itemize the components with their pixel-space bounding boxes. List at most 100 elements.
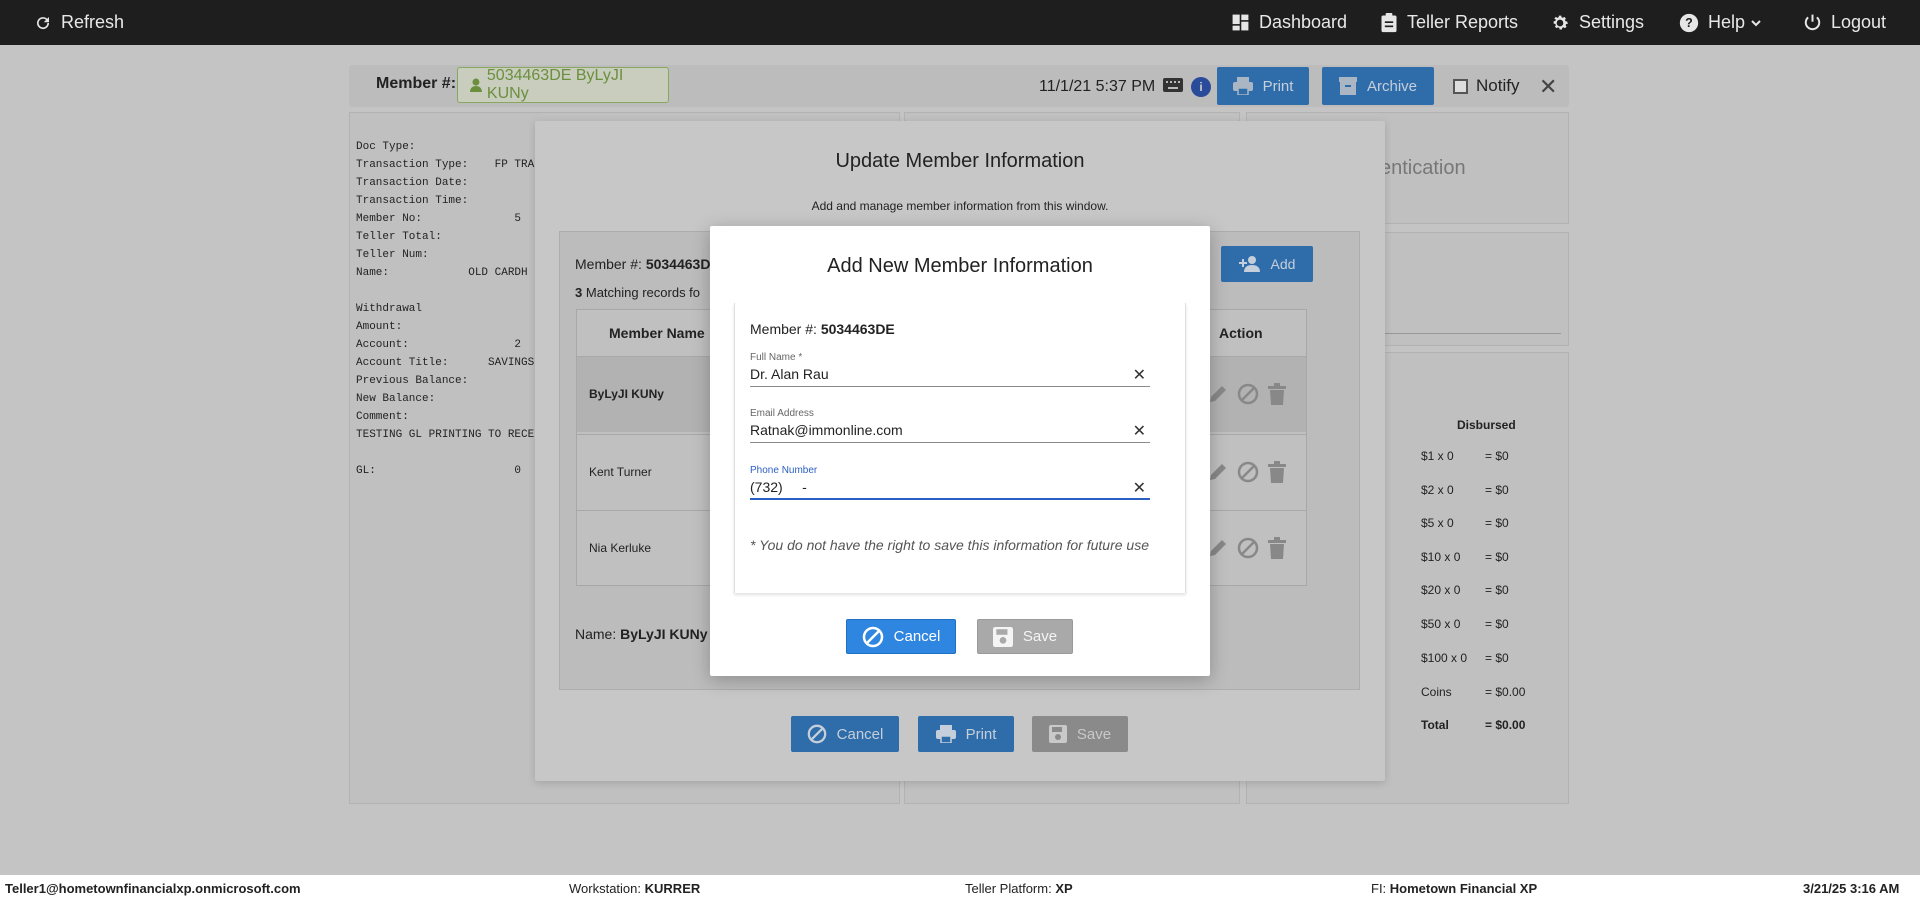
disbursed-row-label: $5 x 0 bbox=[1421, 516, 1454, 530]
refresh-label: Refresh bbox=[61, 12, 125, 32]
receipt-line: Member No: 5 bbox=[356, 213, 522, 225]
archive-button[interactable]: Archive bbox=[1322, 67, 1434, 105]
update-save-button[interactable]: Save bbox=[1032, 716, 1128, 752]
matching-records: 3 Matching records fo bbox=[575, 285, 700, 300]
trash-icon[interactable] bbox=[1267, 383, 1287, 405]
edit-icon[interactable] bbox=[1207, 383, 1229, 405]
member-name-cell: Nia Kerluke bbox=[589, 541, 652, 555]
member-badge[interactable]: 5034463DE ByLyJI KUNy bbox=[457, 67, 669, 103]
status-platform: Teller Platform: XP bbox=[965, 881, 1073, 896]
disbursed-row-label: $1 x 0 bbox=[1421, 449, 1454, 463]
chevron-down-icon bbox=[1751, 19, 1761, 26]
trash-icon[interactable] bbox=[1267, 537, 1287, 559]
clear-icon[interactable]: ✕ bbox=[1133, 365, 1146, 385]
cancel-icon bbox=[862, 626, 883, 647]
disbursed-row-value: = $0 bbox=[1485, 516, 1509, 530]
add-user-icon bbox=[1238, 256, 1260, 272]
save-icon bbox=[1048, 725, 1067, 743]
dashboard-icon bbox=[1232, 14, 1249, 31]
full-name-label: Full Name * bbox=[750, 352, 803, 363]
block-icon[interactable] bbox=[1237, 537, 1259, 559]
cancel-label: Cancel bbox=[893, 628, 941, 645]
cancel-button[interactable]: Cancel bbox=[846, 619, 956, 654]
update-cancel-label: Cancel bbox=[836, 725, 884, 743]
info-icon[interactable]: i bbox=[1191, 77, 1211, 97]
update-cancel-button[interactable]: Cancel bbox=[791, 716, 899, 752]
receipt-line: Transaction Time: bbox=[356, 195, 469, 207]
platform-label: Teller Platform: bbox=[965, 881, 1052, 896]
notify-checkbox[interactable]: Notify bbox=[1453, 76, 1519, 96]
disbursed-row-value: = $0 bbox=[1485, 583, 1509, 597]
matching-count: 3 bbox=[575, 285, 583, 300]
save-label: Save bbox=[1022, 628, 1058, 645]
member-number-value: 5034463DE bbox=[820, 321, 895, 337]
save-button[interactable]: Save bbox=[977, 619, 1073, 654]
disbursed-row-label: $2 x 0 bbox=[1421, 483, 1454, 497]
disbursed-total-label: Total bbox=[1421, 718, 1449, 732]
phone-input[interactable] bbox=[750, 479, 1120, 495]
block-icon[interactable] bbox=[1237, 383, 1259, 405]
add-member-title: Add New Member Information bbox=[827, 255, 1093, 277]
svg-text:?: ? bbox=[1685, 16, 1693, 30]
nav-settings[interactable]: Settings bbox=[1550, 0, 1644, 45]
update-member-number: Member #: 5034463D bbox=[575, 256, 710, 272]
cancel-icon bbox=[807, 724, 826, 744]
disbursed-row-value: = $0 bbox=[1485, 483, 1509, 497]
status-user: Teller1@hometownfinancialxp.onmicrosoft.… bbox=[5, 881, 301, 896]
fi-label: FI: bbox=[1371, 881, 1387, 896]
clear-icon[interactable]: ✕ bbox=[1133, 478, 1146, 498]
nav-settings-label: Settings bbox=[1579, 12, 1645, 32]
nav-logout[interactable]: Logout bbox=[1803, 0, 1886, 45]
receipt-line: Account: 2 bbox=[356, 339, 522, 351]
email-label: Email Address bbox=[750, 408, 814, 419]
keyboard-icon[interactable] bbox=[1163, 78, 1183, 92]
block-icon[interactable] bbox=[1237, 461, 1259, 483]
nav-teller-reports[interactable]: Teller Reports bbox=[1380, 0, 1518, 45]
row-actions bbox=[1207, 537, 1287, 559]
email-input[interactable] bbox=[750, 422, 1120, 438]
checkbox-box[interactable] bbox=[1453, 78, 1468, 94]
receipt-line: TESTING GL PRINTING TO RECE bbox=[356, 429, 535, 441]
disbursed-row-label: Coins bbox=[1421, 685, 1452, 699]
nav-dashboard[interactable]: Dashboard bbox=[1231, 0, 1347, 45]
receipt-line: Teller Num: bbox=[356, 249, 429, 261]
full-name-input-row: ✕ bbox=[750, 363, 1150, 387]
fi-value: Hometown Financial XP bbox=[1389, 881, 1538, 896]
disbursed-row-label: $20 x 0 bbox=[1421, 583, 1461, 597]
refresh-button[interactable]: Refresh bbox=[34, 0, 124, 45]
archive-icon bbox=[1338, 77, 1357, 95]
edit-icon[interactable] bbox=[1207, 537, 1229, 559]
trash-icon[interactable] bbox=[1267, 461, 1287, 483]
member-number-value: 5034463D bbox=[645, 256, 711, 272]
phone-label: Phone Number bbox=[750, 465, 818, 476]
authentication-title: entication bbox=[1380, 157, 1466, 179]
close-icon[interactable]: ✕ bbox=[1539, 74, 1557, 100]
disbursed-row-label: $50 x 0 bbox=[1421, 617, 1461, 631]
nav-help[interactable]: ? Help bbox=[1679, 0, 1771, 45]
nav-logout-label: Logout bbox=[1831, 12, 1887, 32]
full-name-input[interactable] bbox=[750, 366, 1120, 382]
receipt-line: Transaction Date: bbox=[356, 177, 469, 189]
selected-name-label: Name: bbox=[575, 626, 617, 642]
status-workstation: Workstation: KURRER bbox=[569, 881, 700, 896]
clear-icon[interactable]: ✕ bbox=[1133, 421, 1146, 441]
update-print-button[interactable]: Print bbox=[918, 716, 1014, 752]
column-header-action: Action bbox=[1219, 325, 1263, 341]
member-number-label: Member #: bbox=[376, 75, 457, 92]
power-icon bbox=[1804, 14, 1821, 31]
add-member-button[interactable]: Add bbox=[1221, 246, 1313, 282]
update-member-title: Update Member Information bbox=[835, 150, 1085, 172]
add-label: Add bbox=[1270, 256, 1296, 272]
disbursed-row-label: $100 x 0 bbox=[1421, 651, 1468, 665]
selected-name: Name: ByLyJI KUNy bbox=[575, 626, 708, 642]
receipt-line: Withdrawal bbox=[356, 303, 423, 315]
member-number-label: Member #: bbox=[575, 256, 642, 272]
nav-dashboard-label: Dashboard bbox=[1259, 12, 1348, 32]
column-header-member-name: Member Name bbox=[609, 325, 705, 341]
print-button[interactable]: Print bbox=[1217, 67, 1309, 105]
help-icon: ? bbox=[1679, 13, 1699, 32]
edit-icon[interactable] bbox=[1207, 461, 1229, 483]
member-number-label: Member #: bbox=[750, 321, 817, 337]
nav-teller-reports-label: Teller Reports bbox=[1407, 12, 1519, 32]
status-fi: FI: Hometown Financial XP bbox=[1371, 881, 1537, 896]
